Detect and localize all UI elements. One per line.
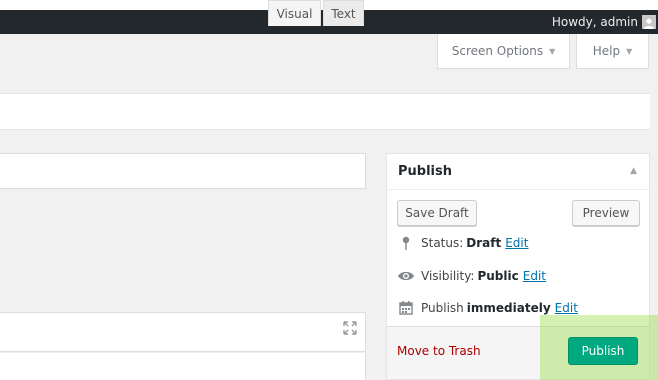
visibility-row: Visibility: Public Edit	[397, 269, 546, 283]
visibility-value: Public	[477, 269, 519, 283]
move-to-trash-link[interactable]: Move to Trash	[397, 344, 481, 358]
collapse-toggle-icon[interactable]: ▲	[630, 166, 637, 176]
user-icon	[644, 18, 654, 29]
publish-schedule-row: Publish immediately Edit	[397, 301, 578, 315]
notice-area	[0, 93, 650, 130]
edit-status-link[interactable]: Edit	[505, 236, 528, 250]
screen-options-button[interactable]: Screen Options ▼	[437, 34, 570, 69]
help-label: Help	[592, 44, 621, 58]
avatar[interactable]	[642, 15, 656, 29]
schedule-value: immediately	[466, 301, 551, 315]
chevron-down-icon: ▼	[626, 46, 633, 56]
editor-toolbar	[0, 312, 366, 352]
tab-text[interactable]: Text	[323, 0, 364, 26]
pin-icon	[397, 236, 415, 250]
status-value: Draft	[466, 236, 502, 250]
visibility-label: Visibility:	[421, 269, 475, 283]
chevron-down-icon: ▼	[549, 46, 556, 56]
howdy-greeting[interactable]: Howdy, admin	[552, 15, 638, 29]
publish-box-title: Publish	[398, 164, 452, 179]
edit-visibility-link[interactable]: Edit	[523, 269, 546, 283]
save-draft-button[interactable]: Save Draft	[397, 200, 477, 226]
editor-content-area[interactable]	[0, 352, 366, 380]
publish-button[interactable]: Publish	[568, 337, 638, 365]
status-label: Status:	[421, 236, 464, 250]
help-button[interactable]: Help ▼	[576, 34, 649, 69]
fullscreen-icon[interactable]	[343, 321, 357, 339]
edit-schedule-link[interactable]: Edit	[555, 301, 578, 315]
eye-icon	[397, 270, 415, 282]
preview-button[interactable]: Preview	[572, 200, 640, 226]
publish-box-header[interactable]: Publish ▲	[387, 154, 649, 190]
post-status-row: Status: Draft Edit	[397, 236, 528, 250]
screen-options-label: Screen Options	[451, 44, 544, 58]
calendar-icon	[397, 301, 415, 315]
schedule-label: Publish	[421, 301, 464, 315]
post-title-input[interactable]	[0, 153, 366, 189]
tab-visual[interactable]: Visual	[268, 0, 321, 26]
